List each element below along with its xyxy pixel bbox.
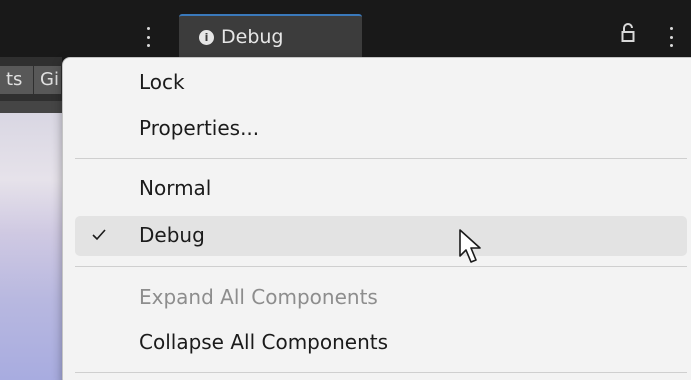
tab-debug-label: Debug bbox=[221, 26, 284, 48]
scene-view[interactable] bbox=[0, 113, 62, 380]
lock-icon[interactable] bbox=[621, 22, 635, 44]
menu-item-label: Normal bbox=[139, 176, 212, 200]
menu-item-label: Collapse All Components bbox=[139, 330, 389, 354]
left-panel-tabs: ts Gi bbox=[0, 66, 62, 94]
menu-separator bbox=[75, 158, 687, 159]
menu-item-label: Properties... bbox=[139, 116, 260, 140]
menu-item-normal[interactable]: Normal bbox=[75, 169, 687, 209]
menu-item-collapse-all-components[interactable]: Collapse All Components bbox=[75, 323, 687, 363]
menu-item-properties[interactable]: Properties... bbox=[75, 109, 687, 149]
tab-strip: i Debug bbox=[0, 0, 691, 57]
menu-item-expand-all-components: Expand All Components bbox=[75, 278, 687, 318]
menu-item-label: Debug bbox=[139, 223, 205, 247]
menu-item-lock[interactable]: Lock bbox=[75, 63, 687, 103]
menu-separator bbox=[75, 372, 687, 373]
context-menu: Lock Properties... Normal Debug Expand A… bbox=[62, 57, 691, 380]
checkmark-icon bbox=[92, 229, 106, 241]
left-tab-2[interactable]: Gi bbox=[34, 66, 62, 94]
tab-debug[interactable]: i Debug bbox=[179, 14, 362, 57]
mouse-cursor-icon bbox=[459, 229, 481, 263]
tab-options-menu-icon[interactable] bbox=[145, 27, 151, 47]
left-tab-1[interactable]: ts bbox=[0, 66, 34, 94]
info-icon: i bbox=[199, 30, 214, 45]
editor-window: i Debug ts Gi Lock Properties... Normal bbox=[0, 0, 691, 380]
menu-item-label: Expand All Components bbox=[139, 285, 378, 309]
window-options-menu-icon[interactable] bbox=[668, 27, 674, 47]
menu-item-label: Lock bbox=[139, 70, 185, 94]
menu-separator bbox=[75, 266, 687, 267]
left-panel-divider bbox=[0, 101, 62, 113]
menu-item-debug[interactable]: Debug bbox=[75, 216, 687, 256]
